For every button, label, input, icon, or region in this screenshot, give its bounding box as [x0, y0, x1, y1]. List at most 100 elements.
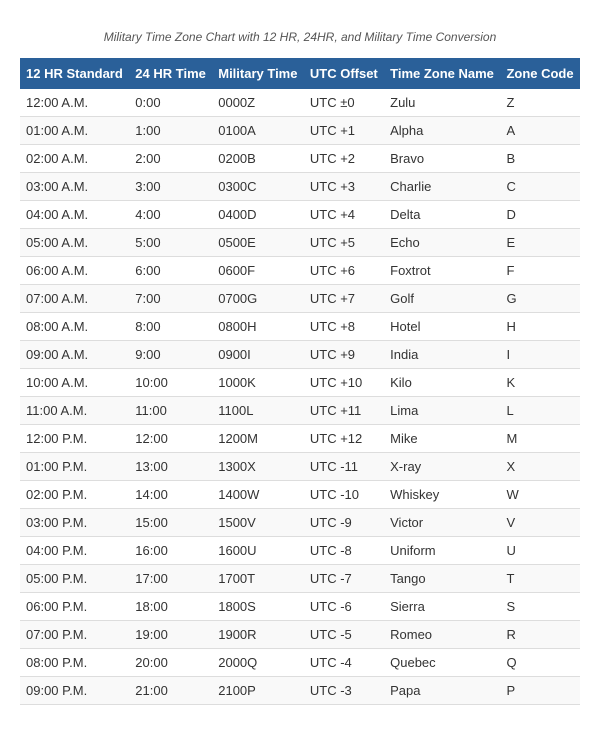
table-row: 09:00 A.M.9:000900IUTC +9IndiaI	[20, 341, 580, 369]
table-cell: 14:00	[129, 481, 212, 509]
table-cell: UTC -4	[304, 649, 384, 677]
table-cell: F	[500, 257, 580, 285]
table-cell: 0300C	[212, 173, 304, 201]
table-cell: Alpha	[384, 117, 500, 145]
table-row: 03:00 A.M.3:000300CUTC +3CharlieC	[20, 173, 580, 201]
table-cell: UTC +3	[304, 173, 384, 201]
table-cell: 1100L	[212, 397, 304, 425]
table-cell: 0800H	[212, 313, 304, 341]
table-cell: S	[500, 593, 580, 621]
table-cell: 08:00 P.M.	[20, 649, 129, 677]
table-cell: I	[500, 341, 580, 369]
table-cell: Sierra	[384, 593, 500, 621]
table-cell: X	[500, 453, 580, 481]
table-cell: 12:00 A.M.	[20, 89, 129, 117]
table-cell: 03:00 A.M.	[20, 173, 129, 201]
table-cell: 0200B	[212, 145, 304, 173]
table-cell: K	[500, 369, 580, 397]
table-cell: 18:00	[129, 593, 212, 621]
table-cell: 1800S	[212, 593, 304, 621]
table-cell: Foxtrot	[384, 257, 500, 285]
table-cell: 12:00 P.M.	[20, 425, 129, 453]
table-cell: Lima	[384, 397, 500, 425]
table-cell: A	[500, 117, 580, 145]
column-header: Zone Code	[500, 58, 580, 89]
table-cell: 0100A	[212, 117, 304, 145]
table-cell: 17:00	[129, 565, 212, 593]
page-wrapper: Military Time Zone Chart with 12 HR, 24H…	[0, 0, 600, 725]
table-row: 08:00 P.M.20:002000QUTC -4QuebecQ	[20, 649, 580, 677]
table-cell: UTC +6	[304, 257, 384, 285]
table-cell: 11:00 A.M.	[20, 397, 129, 425]
table-cell: 1300X	[212, 453, 304, 481]
table-cell: P	[500, 677, 580, 705]
table-cell: 12:00	[129, 425, 212, 453]
table-cell: 04:00 P.M.	[20, 537, 129, 565]
table-row: 11:00 A.M.11:001100LUTC +11LimaL	[20, 397, 580, 425]
table-row: 05:00 P.M.17:001700TUTC -7TangoT	[20, 565, 580, 593]
table-cell: UTC -11	[304, 453, 384, 481]
table-cell: India	[384, 341, 500, 369]
table-cell: 02:00 P.M.	[20, 481, 129, 509]
column-header: Military Time	[212, 58, 304, 89]
table-cell: 0900I	[212, 341, 304, 369]
table-cell: E	[500, 229, 580, 257]
column-header: Time Zone Name	[384, 58, 500, 89]
table-row: 12:00 A.M.0:000000ZUTC ±0ZuluZ	[20, 89, 580, 117]
table-row: 02:00 A.M.2:000200BUTC +2BravoB	[20, 145, 580, 173]
column-header: 12 HR Standard	[20, 58, 129, 89]
table-cell: 0600F	[212, 257, 304, 285]
table-row: 09:00 P.M.21:002100PUTC -3PapaP	[20, 677, 580, 705]
table-body: 12:00 A.M.0:000000ZUTC ±0ZuluZ01:00 A.M.…	[20, 89, 580, 705]
table-cell: UTC +2	[304, 145, 384, 173]
table-cell: Q	[500, 649, 580, 677]
table-cell: UTC -9	[304, 509, 384, 537]
table-row: 10:00 A.M.10:001000KUTC +10KiloK	[20, 369, 580, 397]
table-cell: W	[500, 481, 580, 509]
table-cell: UTC +4	[304, 201, 384, 229]
table-cell: Papa	[384, 677, 500, 705]
table-cell: 01:00 P.M.	[20, 453, 129, 481]
table-cell: 1500V	[212, 509, 304, 537]
table-cell: 0000Z	[212, 89, 304, 117]
table-cell: UTC -8	[304, 537, 384, 565]
table-cell: 3:00	[129, 173, 212, 201]
table-row: 01:00 A.M.1:000100AUTC +1AlphaA	[20, 117, 580, 145]
table-cell: 05:00 P.M.	[20, 565, 129, 593]
table-cell: H	[500, 313, 580, 341]
table-cell: T	[500, 565, 580, 593]
table-cell: Mike	[384, 425, 500, 453]
table-cell: Victor	[384, 509, 500, 537]
table-row: 07:00 A.M.7:000700GUTC +7GolfG	[20, 285, 580, 313]
table-cell: B	[500, 145, 580, 173]
table-row: 08:00 A.M.8:000800HUTC +8HotelH	[20, 313, 580, 341]
table-cell: 2100P	[212, 677, 304, 705]
table-cell: UTC +5	[304, 229, 384, 257]
column-header: 24 HR Time	[129, 58, 212, 89]
table-cell: 0:00	[129, 89, 212, 117]
table-cell: UTC ±0	[304, 89, 384, 117]
table-cell: D	[500, 201, 580, 229]
table-cell: 10:00 A.M.	[20, 369, 129, 397]
table-cell: 03:00 P.M.	[20, 509, 129, 537]
column-header: UTC Offset	[304, 58, 384, 89]
table-cell: Uniform	[384, 537, 500, 565]
table-cell: 16:00	[129, 537, 212, 565]
table-cell: 20:00	[129, 649, 212, 677]
table-cell: 6:00	[129, 257, 212, 285]
table-cell: 1700T	[212, 565, 304, 593]
table-cell: V	[500, 509, 580, 537]
table-row: 04:00 P.M.16:001600UUTC -8UniformU	[20, 537, 580, 565]
table-row: 07:00 P.M.19:001900RUTC -5RomeoR	[20, 621, 580, 649]
table-cell: 1600U	[212, 537, 304, 565]
table-cell: 4:00	[129, 201, 212, 229]
table-cell: R	[500, 621, 580, 649]
table-cell: UTC +12	[304, 425, 384, 453]
table-cell: 07:00 P.M.	[20, 621, 129, 649]
table-cell: UTC +8	[304, 313, 384, 341]
table-cell: 09:00 P.M.	[20, 677, 129, 705]
time-zone-table: 12 HR Standard24 HR TimeMilitary TimeUTC…	[20, 58, 580, 705]
table-cell: Hotel	[384, 313, 500, 341]
table-cell: 0500E	[212, 229, 304, 257]
table-cell: UTC +10	[304, 369, 384, 397]
